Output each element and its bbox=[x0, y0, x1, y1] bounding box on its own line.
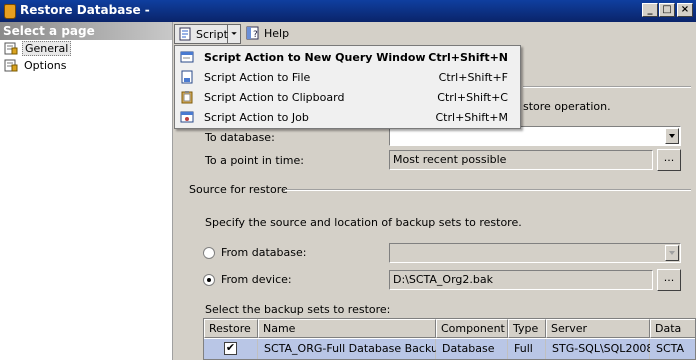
group-divider bbox=[523, 86, 691, 88]
nav-item-label: Options bbox=[24, 59, 67, 72]
from-database-radio[interactable] bbox=[203, 247, 215, 259]
close-button[interactable]: × bbox=[677, 3, 693, 17]
page-selector-pane: Select a page General Options bbox=[0, 22, 173, 360]
file-icon bbox=[181, 70, 193, 84]
column-header-server[interactable]: Server bbox=[546, 319, 650, 338]
toolbar: Script ? Help bbox=[173, 22, 696, 46]
window-title: Restore Database - bbox=[20, 3, 150, 17]
table-cell-server[interactable]: STG-SQL\SQL2008 bbox=[546, 339, 653, 359]
table-cell-component[interactable]: Database bbox=[436, 339, 508, 359]
table-cell-name[interactable]: SCTA_ORG-Full Database Backup bbox=[258, 339, 445, 359]
from-device-field: D:\SCTA_Org2.bak bbox=[389, 270, 653, 290]
page-wrench-icon bbox=[4, 59, 18, 72]
svg-text:?: ? bbox=[253, 30, 258, 40]
column-header-data[interactable]: Data bbox=[650, 319, 695, 338]
script-button[interactable]: Script bbox=[174, 24, 228, 44]
maximize-button[interactable]: □ bbox=[659, 3, 675, 17]
menu-item-script-to-job[interactable]: Script Action to Job Ctrl+Shift+M bbox=[177, 107, 518, 127]
column-header-restore[interactable]: Restore bbox=[204, 319, 258, 338]
menu-item-script-to-file[interactable]: Script Action to File Ctrl+Shift+F bbox=[177, 67, 518, 87]
help-button-label: Help bbox=[264, 27, 290, 40]
menu-item-script-to-new-query-window[interactable]: Script Action to New Query Window Ctrl+S… bbox=[177, 47, 518, 67]
job-icon bbox=[180, 111, 194, 123]
from-device-radio[interactable] bbox=[203, 274, 215, 286]
to-database-combobox[interactable] bbox=[389, 126, 681, 146]
destination-instruction-text: store operation. bbox=[523, 100, 611, 113]
from-device-label: From device: bbox=[221, 273, 292, 286]
chevron-down-icon[interactable] bbox=[665, 128, 679, 144]
nav-item-options[interactable]: Options bbox=[4, 58, 124, 74]
device-browse-button[interactable]: ... bbox=[657, 269, 681, 291]
to-database-label: To database: bbox=[205, 131, 275, 144]
page-wrench-icon bbox=[4, 42, 18, 55]
restore-checkbox[interactable]: ✔ bbox=[224, 342, 237, 355]
from-database-combobox bbox=[389, 243, 681, 263]
help-icon: ? bbox=[246, 26, 259, 40]
new-query-icon bbox=[180, 51, 194, 63]
table-cell-data[interactable]: SCTA bbox=[650, 339, 695, 359]
chevron-down-icon bbox=[231, 32, 237, 35]
page-selector-header: Select a page bbox=[0, 22, 172, 40]
title-bar: Restore Database - _ □ × bbox=[0, 0, 696, 22]
table-cell-type[interactable]: Full bbox=[508, 339, 546, 359]
chevron-down-icon bbox=[665, 245, 679, 261]
database-icon bbox=[4, 4, 16, 19]
table-row[interactable]: ✔ bbox=[204, 339, 258, 359]
from-database-label: From database: bbox=[221, 246, 307, 259]
source-group-label: Source for restore bbox=[189, 183, 288, 196]
script-button-label: Script bbox=[196, 28, 228, 41]
column-header-name[interactable]: Name bbox=[258, 319, 436, 338]
clipboard-icon bbox=[181, 91, 193, 104]
nav-item-label: General bbox=[22, 41, 72, 56]
script-icon bbox=[179, 27, 191, 41]
column-header-type[interactable]: Type bbox=[508, 319, 546, 338]
minimize-button[interactable]: _ bbox=[642, 3, 658, 17]
help-button[interactable]: ? Help bbox=[243, 24, 291, 44]
backup-sets-grid[interactable]: Restore Name Component Type Server Data … bbox=[203, 318, 696, 360]
group-divider bbox=[285, 189, 691, 191]
script-dropdown-button[interactable] bbox=[228, 24, 241, 44]
to-point-in-time-field: Most recent possible bbox=[389, 150, 653, 170]
script-dropdown-menu: Script Action to New Query Window Ctrl+S… bbox=[174, 45, 521, 129]
menu-item-script-to-clipboard[interactable]: Script Action to Clipboard Ctrl+Shift+C bbox=[177, 87, 518, 107]
nav-item-general[interactable]: General bbox=[4, 41, 124, 57]
source-instruction-text: Specify the source and location of backu… bbox=[205, 216, 522, 229]
column-header-component[interactable]: Component bbox=[436, 319, 508, 338]
to-point-in-time-label: To a point in time: bbox=[205, 154, 304, 167]
backup-sets-label: Select the backup sets to restore: bbox=[205, 303, 391, 316]
point-in-time-browse-button[interactable]: ... bbox=[657, 149, 681, 171]
